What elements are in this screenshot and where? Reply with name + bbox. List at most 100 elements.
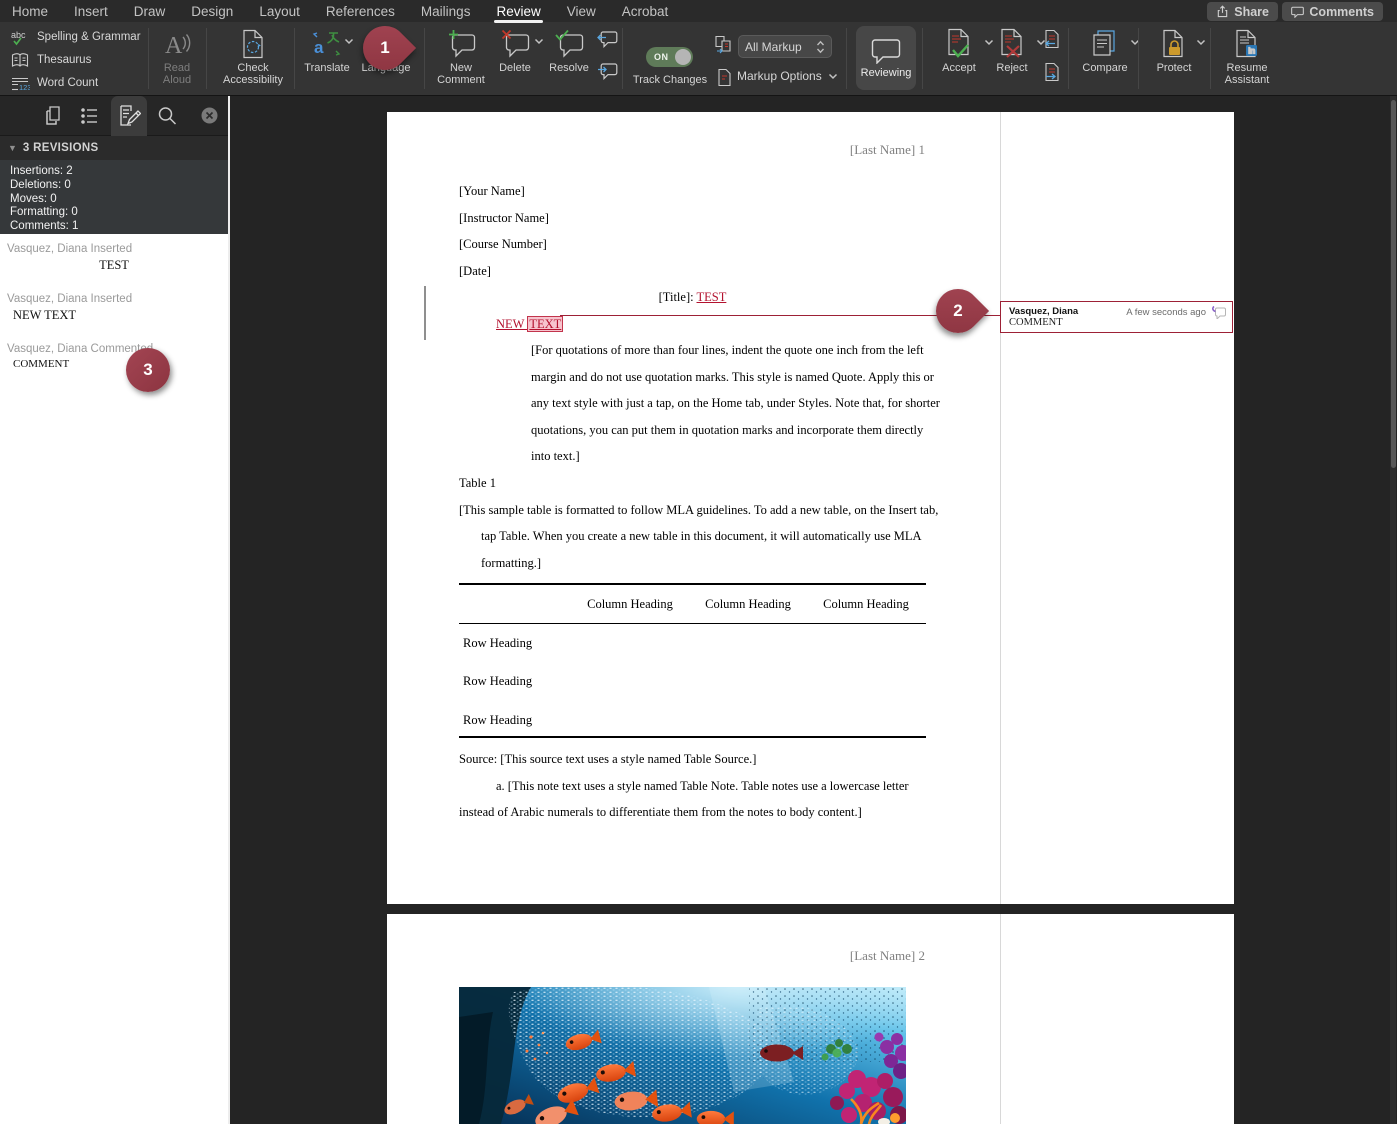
check-accessibility-button[interactable]: Check Accessibility [210, 26, 296, 86]
underwater-photo[interactable] [459, 987, 906, 1124]
tracked-insertion[interactable]: NEW [496, 317, 527, 331]
comments-button[interactable]: Comments [1282, 2, 1383, 21]
read-aloud-button[interactable]: A Read Aloud [150, 26, 204, 86]
comment-anchor-text[interactable]: TEXT [527, 316, 563, 332]
table-col-header[interactable]: Column Heading [571, 597, 689, 612]
sidebar-tab-search[interactable] [149, 96, 185, 136]
spelling-grammar-button[interactable]: abc Spelling & Grammar [10, 27, 141, 47]
reply-comment-icon[interactable] [1211, 306, 1227, 319]
next-change-button[interactable] [1042, 62, 1060, 89]
chevron-down-icon[interactable] [344, 38, 354, 45]
page2-header[interactable]: [Last Name] 2 [387, 948, 1000, 964]
document-page-1[interactable]: [Last Name] 1 [Your Name] [Instructor Na… [387, 112, 1234, 904]
display-for-review-select[interactable]: All Markup [738, 35, 832, 58]
menu-tab-references[interactable]: References [326, 4, 395, 19]
menu-tab-review[interactable]: Review [496, 4, 540, 19]
callout-number: 2 [936, 289, 980, 333]
compare-button[interactable]: Compare [1078, 26, 1132, 74]
ribbon-divider [622, 28, 623, 89]
previous-change-button[interactable] [1042, 29, 1060, 56]
doc-line[interactable]: [This sample table is formatted to follo… [459, 497, 926, 524]
quote-line[interactable]: any text style with just a tap, on the H… [459, 390, 926, 417]
table-col-header[interactable]: Column Heading [807, 597, 925, 612]
collapse-triangle-icon[interactable]: ▼ [8, 143, 17, 153]
word-count-button[interactable]: 123 Word Count [10, 73, 98, 93]
mla-table[interactable]: Column Heading Column Heading Column Hea… [459, 583, 926, 738]
quote-line[interactable]: [For quotations of more than four lines,… [459, 337, 926, 364]
sidebar-tab-outline[interactable] [72, 96, 108, 136]
delete-comment-label: Delete [499, 62, 531, 74]
chevron-down-icon[interactable] [534, 38, 544, 45]
comment-balloon[interactable]: Vasquez, Diana COMMENT A few seconds ago [1000, 301, 1233, 333]
doc-line[interactable]: [Your Name] [459, 178, 926, 205]
tracked-insertion[interactable]: TEST [697, 290, 727, 304]
doc-title-line[interactable]: [Title]: TEST [459, 284, 926, 311]
new-comment-button[interactable]: New Comment [432, 26, 490, 86]
reject-button[interactable]: Reject [988, 26, 1036, 74]
comments-icon [1291, 6, 1304, 18]
table-row[interactable]: Row Heading [459, 624, 926, 663]
toggle-knob [675, 49, 691, 65]
track-changes-toggle[interactable]: ON [646, 47, 693, 67]
accept-label: Accept [942, 62, 976, 74]
table-note-line[interactable]: instead of Arabic numerals to differenti… [459, 799, 926, 826]
revision-entry[interactable]: Vasquez, Diana Commented COMMENT [0, 343, 228, 370]
translate-button[interactable]: a Translate [298, 26, 356, 74]
menu-tab-insert[interactable]: Insert [74, 4, 108, 19]
accept-icon [945, 28, 973, 60]
menu-tab-layout[interactable]: Layout [259, 4, 300, 19]
previous-comment-button[interactable] [596, 30, 618, 53]
revisions-header-label: 3 REVISIONS [23, 142, 99, 154]
sidebar-tab-revisions[interactable] [111, 96, 147, 136]
share-button[interactable]: Share [1207, 2, 1278, 21]
markup-options-button[interactable]: Markup Options [737, 69, 838, 83]
table-row[interactable]: Row Heading [459, 663, 926, 702]
revision-author: Vasquez, Diana Inserted [0, 293, 228, 305]
resume-assistant-icon: in [1234, 29, 1260, 59]
reviewing-pane-button[interactable]: Reviewing [856, 26, 916, 90]
document-page-2[interactable]: [Last Name] 2 [387, 914, 1234, 1124]
menu-tab-acrobat[interactable]: Acrobat [622, 4, 669, 19]
menu-tab-design[interactable]: Design [191, 4, 233, 19]
scrollbar-thumb[interactable] [1391, 100, 1396, 468]
menu-tab-mailings[interactable]: Mailings [421, 4, 471, 19]
ribbon-divider [424, 28, 425, 89]
document-body-text[interactable]: [Your Name] [Instructor Name] [Course Nu… [459, 178, 926, 576]
protect-button[interactable]: Protect [1148, 26, 1200, 74]
chevron-down-icon[interactable] [1196, 39, 1206, 46]
table-source-line[interactable]: Source: [This source text uses a style n… [459, 746, 926, 773]
revisions-header[interactable]: ▼ 3 REVISIONS [0, 136, 228, 160]
sidebar-tab-thumbnails[interactable] [36, 96, 72, 136]
table-notes[interactable]: Source: [This source text uses a style n… [459, 746, 926, 826]
doc-line[interactable]: formatting.] [459, 550, 926, 577]
ribbon-divider [206, 28, 207, 89]
table-note-line[interactable]: a. [This note text uses a style named Ta… [459, 773, 926, 800]
vertical-scrollbar[interactable] [1390, 96, 1396, 1124]
thesaurus-button[interactable]: Thesaurus [10, 50, 91, 70]
table-col-header[interactable]: Column Heading [689, 597, 807, 612]
title-prefix: [Title]: [659, 290, 697, 304]
menu-tab-view[interactable]: View [567, 4, 596, 19]
quote-line[interactable]: quotations, you can put them in quotatio… [459, 417, 926, 444]
revision-entry[interactable]: Vasquez, Diana Inserted TEST [0, 243, 228, 273]
close-pane-button[interactable] [201, 107, 218, 129]
ribbon-review-tab: abc Spelling & Grammar Thesaurus 123 Wor… [0, 22, 1397, 96]
doc-line[interactable]: [Instructor Name] [459, 205, 926, 232]
quote-line[interactable]: into text.] [459, 443, 926, 470]
accept-button[interactable]: Accept [934, 26, 984, 74]
delete-comment-button[interactable]: Delete [492, 26, 538, 74]
revisions-pane: ▼ 3 REVISIONS Insertions: 2 Deletions: 0… [0, 96, 228, 1124]
menu-tab-draw[interactable]: Draw [134, 4, 166, 19]
page1-header[interactable]: [Last Name] 1 [387, 142, 1000, 158]
resume-assistant-button[interactable]: in Resume Assistant [1216, 26, 1278, 86]
quote-line[interactable]: margin and do not use quotation marks. T… [459, 364, 926, 391]
table-row[interactable]: Row Heading [459, 701, 926, 740]
revision-entry[interactable]: Vasquez, Diana Inserted NEW TEXT [0, 293, 228, 323]
next-comment-button[interactable] [596, 62, 618, 85]
doc-line[interactable]: [Course Number] [459, 231, 926, 258]
table-caption[interactable]: Table 1 [459, 470, 926, 497]
resolve-comment-button[interactable]: Resolve [544, 26, 594, 74]
doc-line[interactable]: tap Table. When you create a new table i… [459, 523, 926, 550]
doc-line[interactable]: [Date] [459, 258, 926, 285]
menu-tab-home[interactable]: Home [12, 4, 48, 19]
